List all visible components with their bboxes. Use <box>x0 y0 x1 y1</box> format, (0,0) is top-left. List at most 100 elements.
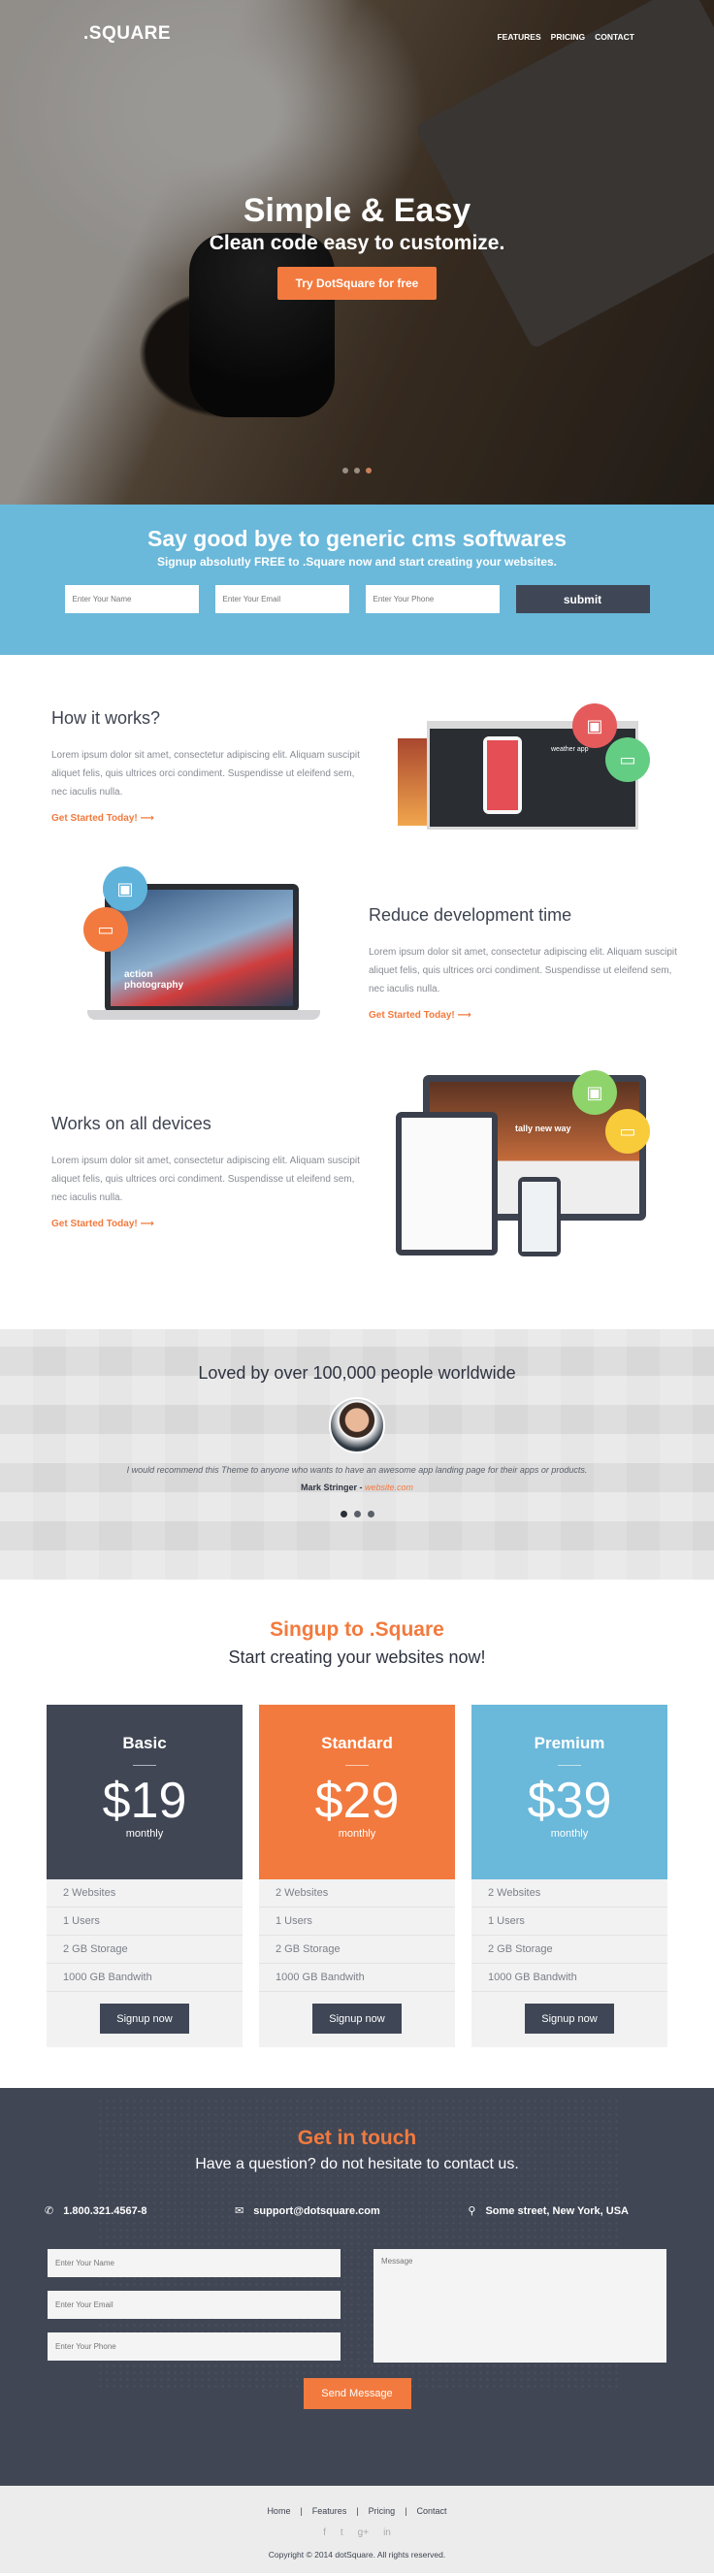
copyright: Copyright © 2014 dotSquare. All rights r… <box>268 2550 446 2560</box>
footer-link-pricing[interactable]: Pricing <box>369 2506 396 2516</box>
nav-pricing[interactable]: PRICING <box>551 32 585 42</box>
get-started-link[interactable]: Get Started Today! ⟶ <box>369 1010 679 1021</box>
plan-features: 2 Websites 1 Users 2 GB Storage 1000 GB … <box>47 1879 243 1992</box>
plan-header: Premium $39 monthly <box>471 1705 667 1879</box>
plan-features: 2 Websites 1 Users 2 GB Storage 1000 GB … <box>259 1879 455 1992</box>
plan-period: monthly <box>338 1828 376 1840</box>
hero-subtitle: Clean code easy to customize. <box>209 232 505 254</box>
author-website-link[interactable]: website.com <box>365 1483 413 1492</box>
testimonial-dot[interactable] <box>367 1511 374 1517</box>
laptop-icon: ▭ <box>605 737 650 782</box>
feature-reduce-time: action photography ▣ ▭ Reduce developmen… <box>0 866 714 1070</box>
mockup-tally-text: tally new way <box>515 1124 571 1133</box>
slider-dot-active[interactable] <box>366 468 372 473</box>
slider-dot[interactable] <box>342 468 348 473</box>
testimonial-dot-active[interactable] <box>340 1511 347 1517</box>
contact-form <box>0 2249 714 2363</box>
testimonial-title: Loved by over 100,000 people worldwide <box>198 1363 516 1383</box>
linkedin-icon[interactable]: in <box>383 2527 391 2538</box>
contact-message-input[interactable] <box>373 2249 666 2363</box>
plan-feature: 1000 GB Bandwith <box>259 1964 455 1992</box>
feature-body: Lorem ipsum dolor sit amet, consectetur … <box>369 947 677 995</box>
feature-all-devices: Works on all devices Lorem ipsum dolor s… <box>0 1070 714 1322</box>
testimonial-dots <box>0 1511 714 1517</box>
twitter-icon[interactable]: t <box>341 2527 343 2538</box>
signup-now-button[interactable]: Signup now <box>525 2004 614 2034</box>
plan-feature: 1000 GB Bandwith <box>471 1964 667 1992</box>
plan-period: monthly <box>125 1828 164 1840</box>
phone-icon: ✆ <box>45 2205 54 2217</box>
plan-feature: 1 Users <box>47 1908 243 1936</box>
footer-links: Home | Features | Pricing | Contact <box>267 2506 447 2516</box>
plan-premium: Premium $39 monthly 2 Websites 1 Users 2… <box>471 1705 667 2047</box>
contact-name-input[interactable] <box>48 2249 341 2277</box>
feature-body: Lorem ipsum dolor sit amet, consectetur … <box>51 750 360 798</box>
plan-feature: 2 GB Storage <box>259 1936 455 1964</box>
feature-title: How it works? <box>51 708 161 728</box>
signup-phone-input[interactable] <box>365 585 500 613</box>
get-started-link[interactable]: Get Started Today! ⟶ <box>51 1219 362 1229</box>
plan-standard: Standard $29 monthly 2 Websites 1 Users … <box>259 1705 455 2047</box>
feature-title: Works on all devices <box>51 1114 211 1133</box>
mockup-action-text: action photography <box>124 969 184 991</box>
plan-header: Standard $29 monthly <box>259 1705 455 1879</box>
features-section: How it works? Lorem ipsum dolor sit amet… <box>0 655 714 1329</box>
signup-subtitle: Signup absolutly FREE to .Square now and… <box>156 555 558 569</box>
try-free-button[interactable]: Try DotSquare for free <box>276 267 438 300</box>
plan-price: $29 <box>314 1773 400 1829</box>
plan-price: $39 <box>527 1773 612 1829</box>
trello-icon: ▣ <box>572 703 617 748</box>
contact-email[interactable]: ✉ support@dotsquare.com <box>235 2204 380 2218</box>
slider-dots <box>0 468 714 473</box>
social-links: f t g+ in <box>0 2527 714 2538</box>
pricing-section: Singup to .Square Start creating your we… <box>0 1580 714 2088</box>
footer-link-features[interactable]: Features <box>312 2506 347 2516</box>
map-pin-icon: ⚲ <box>468 2205 476 2217</box>
envelope-icon: ✉ <box>235 2205 244 2217</box>
testimonial-section: Loved by over 100,000 people worldwide I… <box>0 1329 714 1580</box>
facebook-icon[interactable]: f <box>323 2527 326 2538</box>
hero-text: Simple & Easy Clean code easy to customi… <box>0 192 714 300</box>
pricing-subtitle: Start creating your websites now! <box>228 1647 486 1667</box>
testimonial-author: Mark Stringer - website.com <box>300 1483 414 1492</box>
contact-info: ✆ 1.800.321.4567-8 ✉ support@dotsquare.com… <box>0 2204 714 2218</box>
signup-submit-button[interactable]: submit <box>515 585 650 613</box>
contact-phone-input[interactable] <box>48 2332 341 2361</box>
contact-subtitle: Have a question? do not hesitate to cont… <box>195 2156 519 2172</box>
plan-feature: 1 Users <box>471 1908 667 1936</box>
contact-email-input[interactable] <box>48 2291 341 2319</box>
testimonial-dot[interactable] <box>353 1511 361 1517</box>
plan-basic: Basic $19 monthly 2 Websites 1 Users 2 G… <box>47 1705 243 2047</box>
slider-dot[interactable] <box>354 468 360 473</box>
google-plus-icon[interactable]: g+ <box>358 2527 369 2538</box>
signup-now-button[interactable]: Signup now <box>100 2004 189 2034</box>
signup-name-input[interactable] <box>64 585 199 613</box>
footer-link-home[interactable]: Home <box>267 2506 290 2516</box>
get-started-link[interactable]: Get Started Today! ⟶ <box>51 813 362 824</box>
plan-feature: 1 Users <box>259 1908 455 1936</box>
plan-feature: 1000 GB Bandwith <box>47 1964 243 1992</box>
plan-feature: 2 Websites <box>471 1879 667 1908</box>
hero-section: .SQUARE FEATURES PRICING CONTACT Simple … <box>0 0 714 505</box>
footer-link-contact[interactable]: Contact <box>417 2506 447 2516</box>
plan-name: Standard <box>321 1734 393 1752</box>
signup-form: submit <box>0 585 714 613</box>
mockup-weather-text: weather app <box>551 746 589 753</box>
nav-contact[interactable]: CONTACT <box>595 32 634 42</box>
brand-logo[interactable]: .SQUARE <box>83 23 171 45</box>
contact-section: Get in touch Have a question? do not hes… <box>0 2088 714 2486</box>
nav-features[interactable]: FEATURES <box>497 32 540 42</box>
laptop-icon: ▭ <box>83 907 128 952</box>
feature-how-it-works: How it works? Lorem ipsum dolor sit amet… <box>0 665 714 866</box>
main-nav: FEATURES PRICING CONTACT <box>497 32 634 42</box>
signup-email-input[interactable] <box>214 585 349 613</box>
signup-now-button[interactable]: Signup now <box>312 2004 402 2034</box>
send-message-button[interactable]: Send Message <box>303 2378 411 2409</box>
feature-body: Lorem ipsum dolor sit amet, consectetur … <box>51 1156 360 1203</box>
footer: Home | Features | Pricing | Contact f t g+ … <box>0 2486 714 2573</box>
hero-title: Simple & Easy <box>243 192 471 229</box>
trello-icon: ▣ <box>572 1070 617 1115</box>
laptop-icon: ▭ <box>605 1109 650 1154</box>
contact-address: ⚲ Some street, New York, USA <box>468 2204 629 2218</box>
plan-header: Basic $19 monthly <box>47 1705 243 1879</box>
